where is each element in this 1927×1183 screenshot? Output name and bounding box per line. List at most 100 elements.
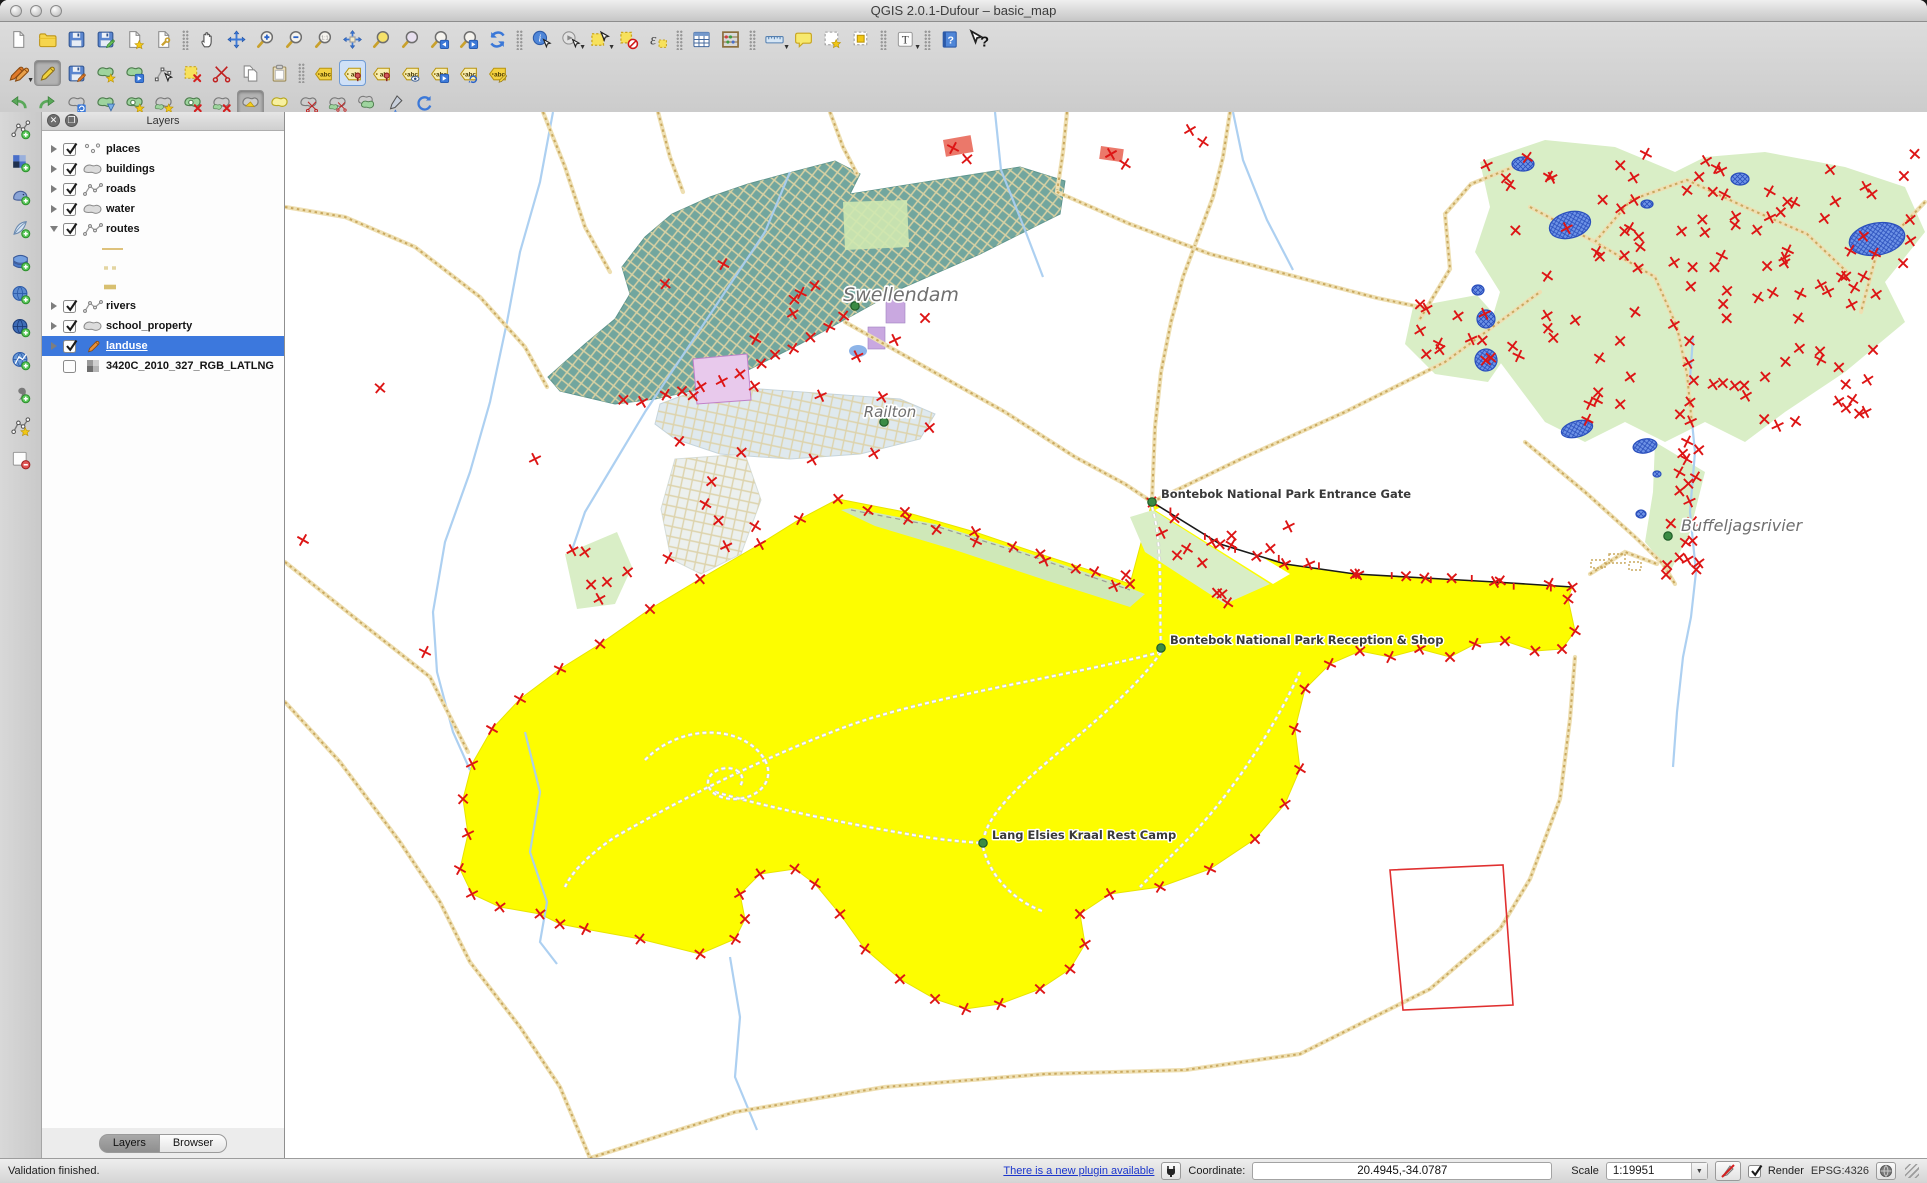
copy-features-button[interactable]	[237, 60, 264, 86]
layer-item-places[interactable]: places	[42, 139, 284, 159]
save-layer-edits-button[interactable]	[63, 60, 90, 86]
text-annotation-button[interactable]: T▼	[892, 27, 919, 53]
add-vector-layer-button[interactable]	[7, 116, 34, 142]
save-project-button[interactable]	[63, 27, 90, 53]
cut-features-button[interactable]	[208, 60, 235, 86]
map-canvas[interactable]: SwellendamRailtonBuffeljagsrivierBontebo…	[285, 112, 1927, 1158]
tab-layers[interactable]: Layers	[99, 1134, 159, 1153]
zoom-last-button[interactable]	[426, 27, 453, 53]
pan-to-selection-button[interactable]	[223, 27, 250, 53]
add-wcs-layer-button[interactable]	[7, 314, 34, 340]
run-feature-action-button[interactable]: ▼	[557, 27, 584, 53]
layer-visibility-checkbox[interactable]	[63, 360, 76, 373]
layer-visibility-checkbox[interactable]	[63, 203, 76, 216]
layer-visibility-checkbox[interactable]	[63, 223, 76, 236]
expand-icon[interactable]	[47, 299, 61, 313]
minimize-window-button[interactable]	[30, 5, 42, 17]
add-wfs-layer-button[interactable]	[7, 347, 34, 373]
add-wms-layer-button[interactable]	[7, 281, 34, 307]
layer-item-landuse[interactable]: landuse	[42, 336, 284, 356]
select-features-button[interactable]: ▼	[586, 27, 613, 53]
layer-visibility-checkbox[interactable]	[63, 320, 76, 333]
help-contents-button[interactable]: ?	[936, 27, 963, 53]
pan-map-button[interactable]	[194, 27, 221, 53]
delete-selected-button[interactable]	[179, 60, 206, 86]
save-project-as-button[interactable]	[92, 27, 119, 53]
expand-icon[interactable]	[47, 162, 61, 176]
add-postgis-layer-button[interactable]	[7, 182, 34, 208]
layer-labeling-options-button[interactable]: abc	[310, 60, 337, 86]
resize-grip[interactable]	[1905, 1164, 1919, 1178]
open-attribute-table-button[interactable]	[688, 27, 715, 53]
close-window-button[interactable]	[10, 5, 22, 17]
scale-combo[interactable]: 1:19951 ▼	[1606, 1162, 1708, 1180]
coordinate-input[interactable]	[1252, 1162, 1552, 1180]
identify-features-button[interactable]: i	[528, 27, 555, 53]
select-by-expression-button[interactable]: ε	[644, 27, 671, 53]
layer-item-school_property[interactable]: school_property	[42, 316, 284, 336]
new-print-composer-button[interactable]	[121, 27, 148, 53]
change-label-properties-button[interactable]: abc	[484, 60, 511, 86]
zoom-to-layer-button[interactable]	[397, 27, 424, 53]
new-project-button[interactable]	[5, 27, 32, 53]
show-bookmarks-button[interactable]	[848, 27, 875, 53]
current-edits-button[interactable]: ▼	[5, 60, 32, 86]
new-shapefile-layer-button[interactable]	[7, 413, 34, 439]
expand-icon[interactable]	[47, 319, 61, 333]
zoom-next-button[interactable]	[455, 27, 482, 53]
expand-icon[interactable]	[47, 142, 61, 156]
layer-visibility-checkbox[interactable]	[63, 143, 76, 156]
zoom-full-button[interactable]	[339, 27, 366, 53]
move-label-button[interactable]: abc	[426, 60, 453, 86]
move-feature-button[interactable]	[121, 60, 148, 86]
remove-layer-button[interactable]	[7, 446, 34, 472]
panel-float-icon[interactable]: ❐	[65, 114, 78, 127]
open-project-button[interactable]	[34, 27, 61, 53]
add-delimited-text-layer-button[interactable]	[7, 380, 34, 406]
expand-icon[interactable]	[47, 339, 61, 353]
layer-item-water[interactable]: water	[42, 199, 284, 219]
field-calculator-button[interactable]	[717, 27, 744, 53]
layer-item-buildings[interactable]: buildings	[42, 159, 284, 179]
zoom-to-selection-button[interactable]	[368, 27, 395, 53]
deselect-features-button[interactable]	[615, 27, 642, 53]
add-mssql-layer-button[interactable]	[7, 248, 34, 274]
add-raster-layer-button[interactable]	[7, 149, 34, 175]
new-plugin-link[interactable]: There is a new plugin available	[1003, 1165, 1154, 1177]
add-feature-button[interactable]	[92, 60, 119, 86]
zoom-window-button[interactable]	[50, 5, 62, 17]
tab-browser[interactable]: Browser	[159, 1134, 227, 1153]
pin-unpin-labels-button[interactable]: ab	[339, 60, 366, 86]
layer-visibility-checkbox[interactable]	[63, 163, 76, 176]
stop-render-icon[interactable]	[1715, 1161, 1741, 1181]
layer-visibility-checkbox[interactable]	[63, 183, 76, 196]
node-tool-button[interactable]	[150, 60, 177, 86]
crs-status-icon[interactable]	[1876, 1162, 1896, 1180]
expand-icon[interactable]	[47, 182, 61, 196]
layer-item-3420C_2010_327_RGB_LATLNG[interactable]: 3420C_2010_327_RGB_LATLNG	[42, 356, 284, 376]
panel-close-icon[interactable]: ✕	[47, 114, 60, 127]
layer-item-rivers[interactable]: rivers	[42, 296, 284, 316]
show-hide-labels-button[interactable]: abc	[397, 60, 424, 86]
composer-manager-button[interactable]	[150, 27, 177, 53]
chevron-down-icon[interactable]: ▼	[1691, 1163, 1707, 1179]
map-tips-button[interactable]	[790, 27, 817, 53]
plugin-icon[interactable]	[1161, 1162, 1181, 1180]
layer-item-routes[interactable]: routes	[42, 219, 284, 239]
new-bookmark-button[interactable]	[819, 27, 846, 53]
add-spatialite-layer-button[interactable]	[7, 215, 34, 241]
paste-features-button[interactable]	[266, 60, 293, 86]
refresh-map-button[interactable]	[484, 27, 511, 53]
whats-this-button[interactable]: ?	[965, 27, 992, 53]
rotate-label-button[interactable]: abc	[455, 60, 482, 86]
render-checkbox[interactable]	[1748, 1165, 1761, 1178]
collapse-icon[interactable]	[47, 222, 61, 236]
zoom-native-button[interactable]: 1:1	[310, 27, 337, 53]
zoom-in-button[interactable]	[252, 27, 279, 53]
measure-line-button[interactable]: ▼	[761, 27, 788, 53]
layer-visibility-checkbox[interactable]	[63, 300, 76, 313]
highlight-pinned-labels-button[interactable]: ab	[368, 60, 395, 86]
layer-visibility-checkbox[interactable]	[63, 340, 76, 353]
layer-item-roads[interactable]: roads	[42, 179, 284, 199]
toggle-editing-button[interactable]	[34, 60, 61, 86]
